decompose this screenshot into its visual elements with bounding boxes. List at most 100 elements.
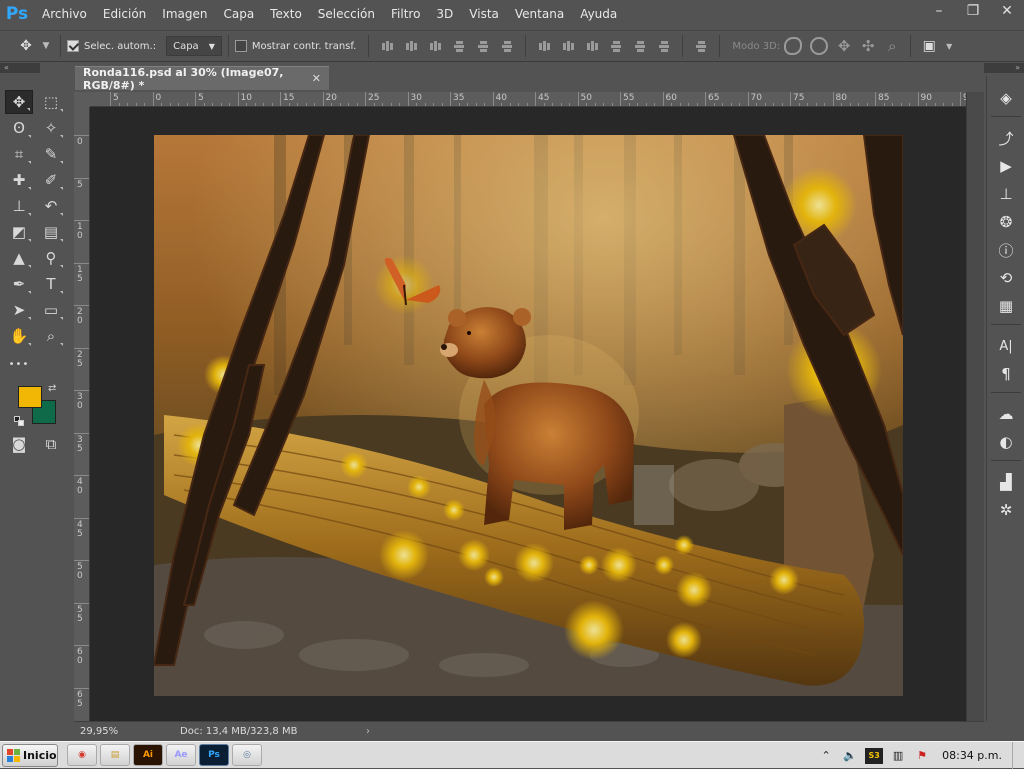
menu-selección[interactable]: Selección [310, 0, 383, 28]
show-transform-checkbox[interactable] [234, 40, 247, 52]
distribute-right-icon[interactable] [655, 37, 673, 55]
menu-vista[interactable]: Vista [461, 0, 507, 28]
rectangle-tool-icon[interactable]: ▭ [37, 298, 65, 322]
scale-3d-icon[interactable]: ⌕ [883, 37, 901, 55]
history-panel-icon[interactable]: ⟲ [993, 266, 1019, 290]
workspace-icon[interactable]: ▣ [920, 37, 938, 55]
restore-button[interactable]: ❐ [956, 0, 990, 22]
dodge-tool-icon[interactable]: ⚲ [37, 246, 65, 270]
menu-archivo[interactable]: Archivo [34, 0, 95, 28]
lasso-tool-icon[interactable]: ʘ [5, 116, 33, 140]
pen-tool-icon[interactable]: ✒ [5, 272, 33, 296]
clone-source-panel-icon[interactable]: ⊥ [993, 182, 1019, 206]
zoom-level-field[interactable]: 29,95% [74, 726, 122, 737]
histogram-panel-icon[interactable]: ▟ [993, 470, 1019, 494]
align-top-icon[interactable] [378, 37, 396, 55]
menu-texto[interactable]: Texto [262, 0, 310, 28]
channels-panel-icon[interactable]: ❂ [993, 210, 1019, 234]
roll-3d-icon[interactable] [810, 37, 829, 55]
language-icon[interactable]: S3 [865, 747, 884, 764]
paths-panel-icon[interactable]: ⤴ [993, 126, 1019, 150]
hand-tool-icon[interactable]: ✋ [5, 324, 33, 348]
volume-icon[interactable]: 🔈 [841, 748, 859, 764]
brush-tool-icon[interactable]: ✐ [37, 168, 65, 192]
orbit-3d-icon[interactable] [784, 37, 803, 55]
ruler-origin[interactable] [74, 92, 90, 107]
menu-ayuda[interactable]: Ayuda [572, 0, 625, 28]
distribute-left-icon[interactable] [607, 37, 625, 55]
action-center-icon[interactable]: ⚑ [913, 748, 931, 764]
menu-imagen[interactable]: Imagen [154, 0, 215, 28]
gradient-tool-icon[interactable]: ▤ [37, 220, 65, 244]
status-menu-arrow[interactable]: › [366, 726, 370, 737]
distribute-top-icon[interactable] [535, 37, 553, 55]
pan-3d-icon[interactable]: ✥ [835, 37, 853, 55]
close-icon[interactable]: ✕ [312, 72, 321, 85]
network-icon[interactable]: ▥ [889, 748, 907, 764]
document-image[interactable] [154, 135, 903, 696]
foreground-color-swatch[interactable] [18, 386, 42, 408]
explorer-taskbar-icon[interactable]: ▤ [100, 744, 130, 766]
show-hidden-icons-icon[interactable]: ⌃ [817, 748, 835, 764]
extra-taskbar-icon[interactable]: ◎ [232, 744, 262, 766]
menu-filtro[interactable]: Filtro [383, 0, 428, 28]
align-left-icon[interactable] [450, 37, 468, 55]
screen-mode-icon[interactable]: ⧉ [37, 432, 65, 456]
clone-stamp-tool-icon[interactable]: ⊥ [5, 194, 33, 218]
paragraph-panel-icon[interactable]: ¶ [993, 362, 1019, 386]
menu-ventana[interactable]: Ventana [507, 0, 572, 28]
marquee-tool-icon[interactable]: ⬚ [37, 90, 65, 114]
document-tab[interactable]: Ronda116.psd al 30% (Image07, RGB/8#) * … [75, 66, 329, 92]
slide-3d-icon[interactable]: ✣ [859, 37, 877, 55]
canvas-area[interactable] [90, 107, 966, 721]
menu-capa[interactable]: Capa [215, 0, 262, 28]
chevron-down-icon[interactable]: ▼ [944, 37, 954, 55]
swap-colors-icon[interactable]: ⇄ [48, 383, 56, 394]
start-button[interactable]: Inicio [2, 743, 58, 767]
menu-edición[interactable]: Edición [95, 0, 154, 28]
type-tool-icon[interactable]: T [37, 272, 65, 296]
auto-align-icon[interactable] [692, 37, 710, 55]
close-button[interactable]: ✕ [990, 0, 1024, 22]
navigator-panel-icon[interactable]: ✲ [993, 498, 1019, 522]
align-bottom-icon[interactable] [426, 37, 444, 55]
3d-panel-icon[interactable]: ▦ [993, 294, 1019, 318]
move-tool-preset-icon[interactable]: ✥ [17, 37, 35, 55]
show-desktop-button[interactable] [1012, 742, 1024, 769]
chrome-taskbar-icon[interactable]: ◉ [67, 744, 97, 766]
chevron-down-icon[interactable]: ▼ [41, 37, 51, 55]
move-tool-icon[interactable]: ✥ [5, 90, 33, 114]
vertical-ruler[interactable]: 0 5 10 15 20 25 30 35 40 45 50 55 60 65 [74, 107, 90, 721]
healing-brush-tool-icon[interactable]: ✚ [5, 168, 33, 192]
toolbar-collapse-toggle[interactable]: « [0, 63, 40, 73]
default-colors-icon[interactable] [14, 416, 24, 426]
distribute-bottom-icon[interactable] [583, 37, 601, 55]
minimize-button[interactable]: – [922, 0, 956, 22]
crop-tool-icon[interactable]: ⌗ [5, 142, 33, 166]
character-panel-icon[interactable]: A| [993, 334, 1019, 358]
distribute-hcenter-icon[interactable] [631, 37, 649, 55]
info-panel-icon[interactable]: ⓘ [993, 238, 1019, 262]
zoom-tool-icon[interactable]: ⌕ [37, 324, 65, 348]
magic-wand-tool-icon[interactable]: ✧ [37, 116, 65, 140]
blur-tool-icon[interactable]: ▲ [5, 246, 33, 270]
menu-3d[interactable]: 3D [428, 0, 461, 28]
actions-panel-icon[interactable]: ▶ [993, 154, 1019, 178]
illustrator-taskbar-icon[interactable]: Ai [133, 744, 163, 766]
taskbar-clock[interactable]: 08:34 p.m. [942, 749, 1002, 762]
panel-dock-collapse-toggle[interactable]: » [984, 63, 1024, 73]
auto-select-target-dropdown[interactable]: Capa ▼ [166, 36, 222, 56]
eraser-tool-icon[interactable]: ◩ [5, 220, 33, 244]
libraries-panel-icon[interactable]: ☁ [993, 402, 1019, 426]
layers-panel-icon[interactable]: ◈ [993, 86, 1019, 110]
horizontal-ruler[interactable]: 50510152025303540455055606570758085909 [90, 92, 966, 107]
adjustments-panel-icon[interactable]: ◐ [993, 430, 1019, 454]
after-effects-taskbar-icon[interactable]: Ae [166, 744, 196, 766]
more-tools-icon[interactable]: ••• [5, 352, 33, 376]
photoshop-taskbar-icon[interactable]: Ps [199, 744, 229, 766]
align-hcenter-icon[interactable] [474, 37, 492, 55]
vertical-scrollbar[interactable] [966, 92, 984, 721]
align-right-icon[interactable] [498, 37, 516, 55]
quick-mask-icon[interactable]: ◙ [5, 432, 33, 456]
path-selection-tool-icon[interactable]: ➤ [5, 298, 33, 322]
